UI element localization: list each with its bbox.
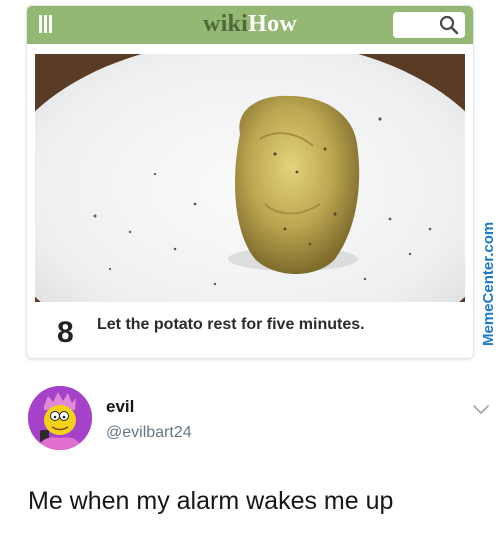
logo-part-wiki: wiki bbox=[202, 11, 249, 37]
watermark-text: MemeCenter.com bbox=[480, 222, 497, 346]
display-name[interactable]: evil bbox=[106, 397, 134, 417]
wikihow-header: wikiHow bbox=[27, 6, 473, 44]
wikihow-card: wikiHow 8 Let the potato rest for five m… bbox=[26, 5, 474, 359]
search-icon[interactable] bbox=[439, 15, 459, 35]
memecenter-watermark: MemeCenter.com bbox=[477, 198, 499, 348]
step-number: 8 bbox=[57, 316, 74, 349]
search-input[interactable] bbox=[393, 12, 465, 38]
step-row: 8 Let the potato rest for five minutes. bbox=[27, 304, 473, 358]
potato-photo bbox=[35, 54, 465, 302]
user-handle[interactable]: @evilbart24 bbox=[106, 424, 192, 442]
logo-part-how: How bbox=[248, 11, 298, 37]
avatar[interactable] bbox=[28, 386, 92, 450]
chevron-down-icon[interactable] bbox=[473, 402, 489, 420]
tweet-text: Me when my alarm wakes me up bbox=[28, 487, 394, 515]
step-text: Let the potato rest for five minutes. bbox=[97, 316, 365, 333]
